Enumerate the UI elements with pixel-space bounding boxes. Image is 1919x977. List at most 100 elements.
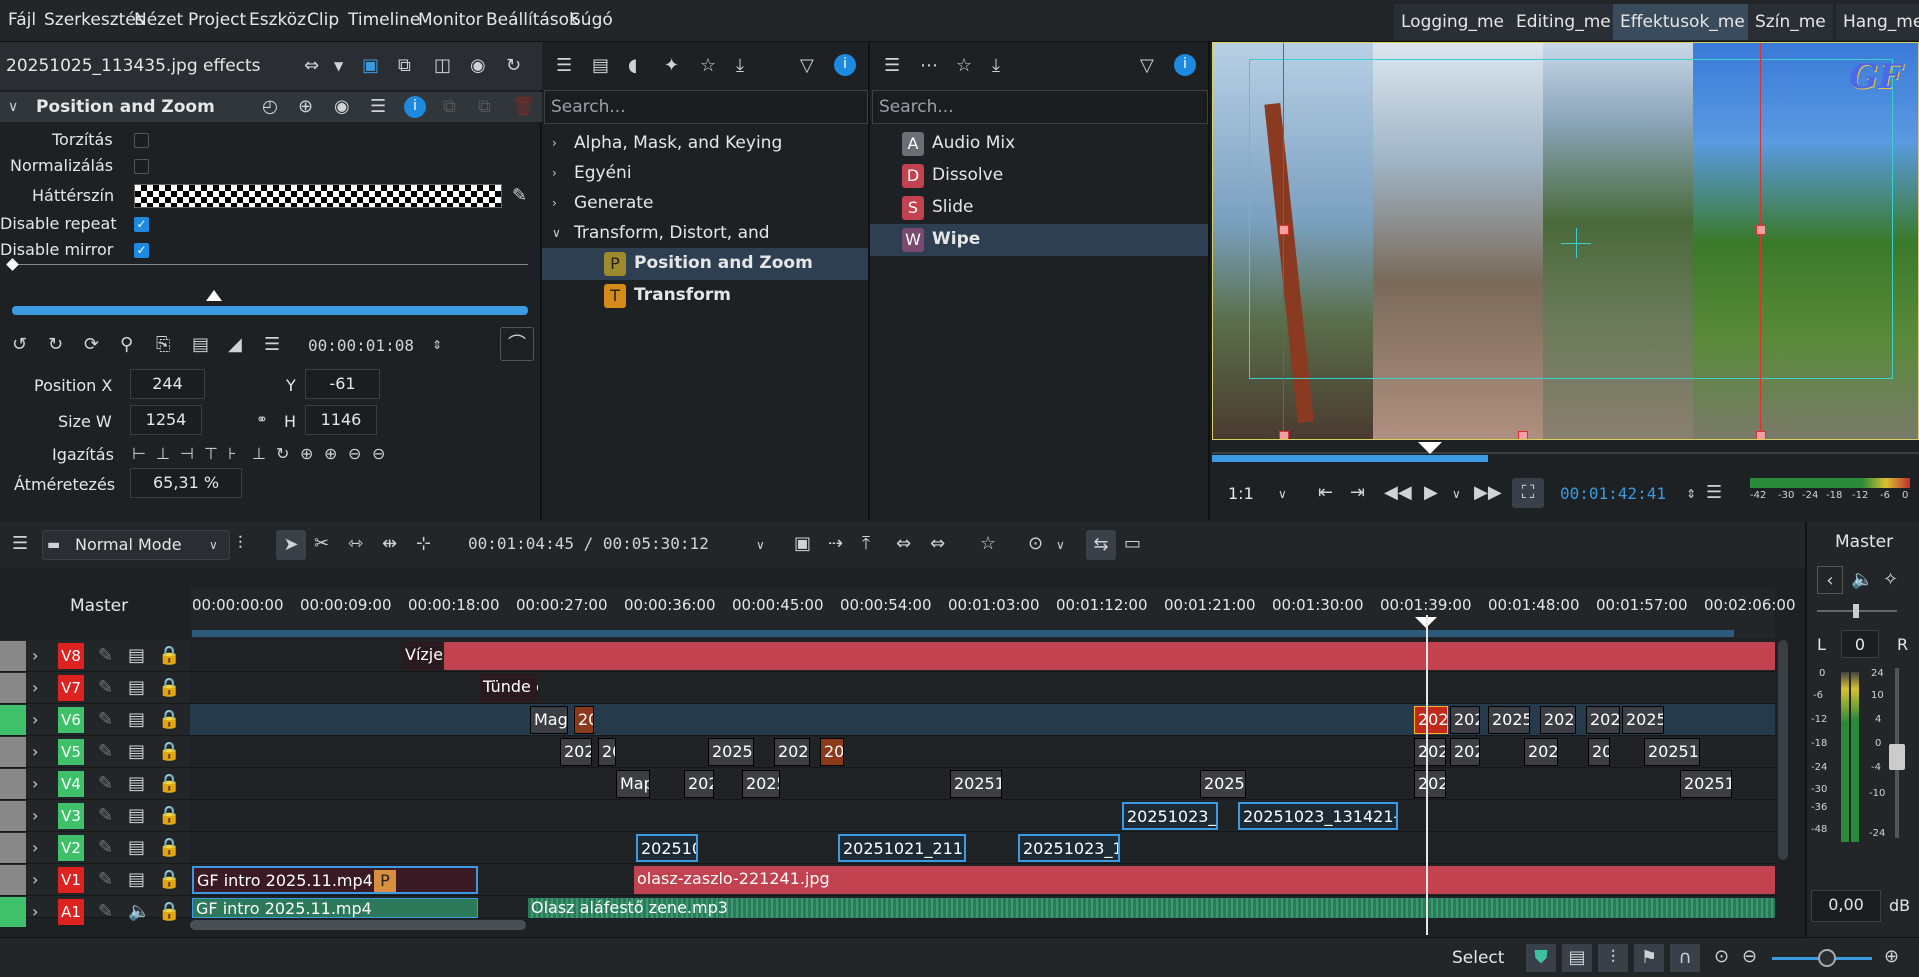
film-icon[interactable]: ▤ bbox=[128, 806, 145, 826]
track-header-a1[interactable]: › A1 ✎ 🔈 🔒 bbox=[0, 896, 190, 927]
align-hcenter-icon[interactable]: ⊥ bbox=[156, 444, 170, 464]
balance-slider-handle[interactable] bbox=[1853, 604, 1859, 618]
effects-wand-icon[interactable]: ✎ bbox=[98, 838, 113, 858]
edit-mode-icon[interactable]: ⛶ bbox=[1512, 478, 1544, 508]
align-top-icon[interactable]: ⊤ bbox=[204, 444, 218, 464]
effects-search-input[interactable]: Search... bbox=[544, 90, 868, 124]
multicam-icon[interactable]: ⊹ bbox=[416, 534, 431, 554]
timeline-ruler[interactable]: 00:00:00:00 00:00:09:00 00:00:18:00 00:0… bbox=[190, 588, 1796, 638]
filter-icon[interactable]: ▽ bbox=[1140, 56, 1154, 76]
track-lane-a1[interactable]: GF intro 2025.11.mp4 Olasz aláfestő zene… bbox=[190, 896, 1775, 918]
collapse-chevron-icon[interactable]: ∨ bbox=[8, 97, 18, 117]
effects-wand-icon[interactable]: ✎ bbox=[98, 774, 113, 794]
menu-tool[interactable]: Eszköz bbox=[249, 10, 306, 30]
track-header-v8[interactable]: › V8 ✎ ▤ 🔒 bbox=[0, 640, 190, 672]
zoom-out-icon[interactable]: ⊖ bbox=[1742, 947, 1757, 967]
expand-chevron-icon[interactable]: › bbox=[32, 710, 38, 730]
clip-v8-watermark[interactable] bbox=[444, 642, 1775, 670]
clip-v4-image[interactable]: 2025 bbox=[742, 770, 780, 798]
track-lane-v6[interactable]: Mag 20 202 202 2025 2025 202 2025 bbox=[190, 704, 1775, 736]
track-name[interactable]: V8 bbox=[58, 643, 84, 669]
expand-chevron-icon[interactable]: › bbox=[32, 678, 38, 698]
track-lane-v8[interactable]: Vízjel bbox=[190, 640, 1775, 672]
menu-help[interactable]: Súgó bbox=[570, 10, 613, 30]
list-icon[interactable]: ☰ bbox=[556, 56, 572, 76]
tree-category-alpha[interactable]: › Alpha, Mask, and Keying bbox=[542, 128, 868, 158]
zoom-reset-icon[interactable]: ⊖ bbox=[372, 444, 385, 464]
favorite-icon[interactable]: ☆ bbox=[980, 534, 996, 554]
timer-icon[interactable]: ◴ bbox=[262, 97, 278, 117]
tree-category-generate[interactable]: › Generate bbox=[542, 188, 868, 218]
track-color-swatch[interactable] bbox=[0, 801, 26, 831]
chevron-down-icon[interactable]: ∨ bbox=[1278, 484, 1287, 504]
track-name[interactable]: V2 bbox=[58, 835, 84, 861]
track-color-swatch[interactable] bbox=[0, 705, 26, 735]
effect-title-bar[interactable]: ∨ Position and Zoom ◴ ⊕ ◉ ☰ i ⧉ ⧉ 🗑 bbox=[0, 92, 542, 122]
keyframe-playhead[interactable] bbox=[206, 290, 222, 301]
speaker-icon[interactable]: 🔈 bbox=[1851, 570, 1873, 590]
insert-icon[interactable]: ▣ bbox=[794, 534, 811, 554]
checkbox-disable-mirror[interactable]: ✓ bbox=[134, 243, 149, 258]
forward-icon[interactable]: ▶▶ bbox=[1474, 483, 1502, 503]
spacer-icon[interactable]: ⇿ bbox=[348, 534, 363, 554]
align-vcenter-icon[interactable]: ⊦ bbox=[228, 444, 236, 464]
workspace-editing[interactable]: Editing_me bbox=[1509, 4, 1618, 40]
list-icon[interactable]: ☰ bbox=[884, 56, 900, 76]
chevron-down-icon[interactable]: ∨ bbox=[756, 535, 765, 555]
checkbox-distort[interactable] bbox=[134, 133, 149, 148]
expand-chevron-icon[interactable]: › bbox=[552, 133, 557, 153]
clip-v8-title[interactable]: Vízjel bbox=[402, 642, 442, 670]
menu-timeline[interactable]: Timeline bbox=[348, 10, 420, 30]
zoom-icon[interactable]: ⊕ bbox=[298, 97, 313, 117]
clip-v5-image[interactable]: 2025 bbox=[708, 738, 754, 766]
effects-wand-icon[interactable]: ✎ bbox=[98, 710, 113, 730]
lock-icon[interactable]: 🔒 bbox=[158, 742, 180, 762]
align-right-icon[interactable]: ⊣ bbox=[180, 444, 194, 464]
clip-v5-image[interactable]: 202 bbox=[1414, 738, 1446, 766]
checkbox-disable-repeat[interactable]: ✓ bbox=[134, 217, 149, 232]
overwrite-icon[interactable]: ⇢ bbox=[828, 534, 843, 554]
clip-v4-image[interactable]: 202 bbox=[1414, 770, 1446, 798]
mode-select[interactable]: ▬ Normal Mode ∨ bbox=[42, 530, 230, 560]
lock-icon[interactable]: 🔒 bbox=[158, 774, 180, 794]
monitor-ruler[interactable] bbox=[1212, 452, 1919, 454]
clip-v4-image[interactable]: 20251 bbox=[1680, 770, 1732, 798]
extract-icon[interactable]: ⇔ bbox=[896, 534, 911, 554]
zoom-fit-icon[interactable]: ⊙ bbox=[1714, 947, 1729, 967]
zoom-level[interactable]: 1:1 bbox=[1228, 484, 1254, 503]
track-color-swatch[interactable] bbox=[0, 641, 26, 671]
track-header-v7[interactable]: › V7 ✎ ▤ 🔒 bbox=[0, 672, 190, 704]
mixer-toggle-icon[interactable]: ⇆ bbox=[1086, 530, 1116, 560]
track-header-v2[interactable]: › V2 ✎ ▤ 🔒 bbox=[0, 832, 190, 864]
flag-icon[interactable]: ⚑ bbox=[1634, 944, 1664, 972]
sliders-icon[interactable]: ☰ bbox=[370, 97, 386, 117]
track-lane-v2[interactable]: 202510 20251021_2116 20251023_1 bbox=[190, 832, 1775, 864]
clip-v6-image[interactable]: 20 bbox=[574, 706, 594, 734]
effects-wand-icon[interactable]: ✎ bbox=[98, 678, 113, 698]
track-lane-v7[interactable]: Tünde é bbox=[190, 672, 1775, 704]
chevron-left-icon[interactable]: ‹ bbox=[1817, 566, 1843, 594]
keyframe-timecode[interactable]: 00:00:01:08 bbox=[308, 336, 414, 355]
video-filter-icon[interactable]: ▤ bbox=[592, 56, 609, 76]
clip-v2-image[interactable]: 202510 bbox=[636, 834, 698, 862]
track-color-swatch[interactable] bbox=[0, 833, 26, 863]
clip-v5-image[interactable]: 20 bbox=[598, 738, 616, 766]
expand-chevron-icon[interactable]: › bbox=[32, 646, 38, 666]
track-header-v4[interactable]: › V4 ✎ ▤ 🔒 bbox=[0, 768, 190, 800]
save-stack-icon[interactable]: ⧉ bbox=[398, 56, 411, 76]
timeline-timecode[interactable]: 00:01:04:45 / 00:05:30:12 bbox=[468, 534, 709, 553]
info-icon[interactable]: i bbox=[834, 54, 856, 76]
speaker-icon[interactable]: 🔈 bbox=[128, 902, 150, 922]
interpolation-icon[interactable]: ⌒ bbox=[500, 327, 534, 361]
lock-icon[interactable]: 🔒 bbox=[158, 902, 180, 922]
position-x-input[interactable]: 244 bbox=[130, 369, 205, 399]
clip-v6-image[interactable]: 2025 bbox=[1540, 706, 1576, 734]
lock-icon[interactable]: 🔒 bbox=[158, 646, 180, 666]
spin-icon[interactable]: ⇕ bbox=[432, 335, 442, 355]
link-icon[interactable]: ⚭ bbox=[256, 410, 268, 430]
timeline-vscrollbar[interactable] bbox=[1778, 640, 1788, 860]
track-lane-v1[interactable]: GF intro 2025.11.mp4 P olasz-zaszlo-2212… bbox=[190, 864, 1775, 896]
checkbox-normalize[interactable] bbox=[134, 159, 149, 174]
film-icon[interactable]: ▤ bbox=[128, 774, 145, 794]
clip-v6-image[interactable]: 2025 bbox=[1622, 706, 1664, 734]
